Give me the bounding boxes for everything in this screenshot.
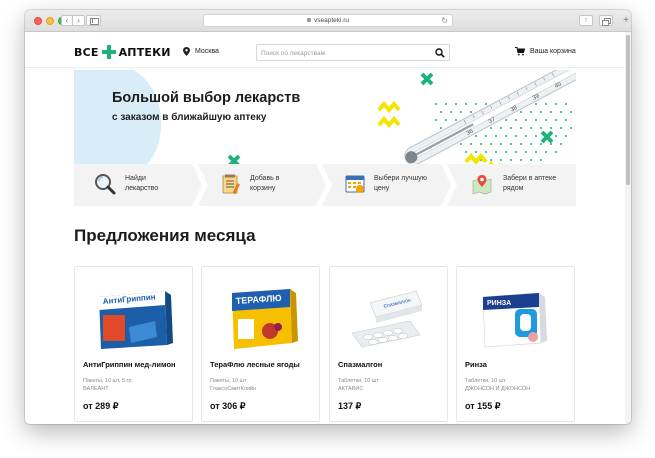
how-it-works-steps: Найди лекарство Добавь в корзину Выбери … [74, 164, 576, 206]
product-image: Спазмалгон [351, 290, 423, 348]
step-line: рядом [503, 185, 524, 192]
map-pin-icon [472, 175, 492, 195]
close-window-button[interactable] [34, 17, 42, 25]
list-icon [222, 174, 240, 195]
step-pickup: Забери в аптеке рядом [447, 164, 576, 206]
city-name: Москва [195, 48, 219, 55]
magnifier-icon [95, 174, 116, 195]
product-price: от 155 ₽ [465, 401, 501, 411]
step-label: Забери в аптеке рядом [503, 174, 556, 194]
lock-icon [306, 18, 311, 23]
step-label: Найди лекарство [125, 174, 158, 194]
search-box [256, 44, 450, 61]
address-text: vseapteki.ru [313, 17, 350, 24]
step-choose-price: Выбери лучшую цену [322, 164, 451, 206]
green-cross-icon [101, 45, 116, 59]
location-pin-icon [183, 47, 190, 56]
product-name[interactable]: АнтиГриппин мед-лимон [83, 360, 176, 369]
product-maker: ДЖОНСОН И ДЖОНСОН [465, 386, 531, 392]
step-line: лекарство [125, 185, 159, 192]
product-card[interactable]: ТЕРАФЛЮ ТераФлю лесные ягоды Пакеты, 10 … [201, 266, 320, 422]
show-tabs-button[interactable] [599, 15, 613, 26]
logo-text-left: ВСЕ [74, 45, 99, 59]
product-pack: Таблетки, 10 шт [465, 378, 506, 384]
search-icon[interactable] [435, 48, 445, 58]
banner-title: Большой выбор лекарств [112, 90, 301, 106]
product-card[interactable]: РИНЗА Ринза Таблетки, 10 шт ДЖОНСОН И ДЖ… [456, 266, 575, 422]
product-pack: Пакеты, 10 шт, 5 гр. [83, 378, 134, 384]
product-name[interactable]: Ринза [465, 360, 487, 369]
search-input[interactable] [261, 48, 431, 58]
back-arrow-icon: ‹ [65, 16, 69, 25]
share-button[interactable]: ↑ [579, 15, 593, 26]
calendar-icon [345, 175, 365, 193]
product-image: АнтиГриппин [99, 291, 173, 349]
yellow-zigzag [464, 152, 488, 166]
product-name[interactable]: ТераФлю лесные ягоды [210, 360, 300, 369]
sidebar-toggle-button[interactable] [86, 15, 101, 26]
share-icon: ↑ [584, 17, 588, 24]
step-label: Добавь в корзину [250, 174, 279, 194]
browser-toolbar: ‹ › vseapteki.ru ↻ ↑ + [25, 10, 631, 32]
cart-label: Ваша корзина [530, 48, 576, 55]
product-maker: АКТАВИС [338, 386, 364, 392]
step-line: Найди [125, 175, 146, 182]
product-price: от 289 ₽ [83, 401, 119, 411]
product-name[interactable]: Спазмалгон [338, 360, 382, 369]
forward-button[interactable]: › [73, 15, 85, 26]
product-card[interactable]: АнтиГриппин АнтиГриппин мед-лимон Пакеты… [74, 266, 193, 422]
product-card[interactable]: Спазмалгон Спазмалгон Таблетки, 10 шт АК… [329, 266, 448, 422]
city-selector[interactable]: Москва [183, 47, 219, 56]
step-line: Забери в аптеке [503, 175, 557, 182]
step-line: цену [374, 185, 390, 192]
page-content: ВСЕ АПТЕКИ Москва Поиск по лекарствам Ва… [25, 32, 625, 424]
step-line: корзину [250, 185, 276, 192]
new-tab-button[interactable]: + [621, 15, 631, 26]
green-x-icon [540, 130, 554, 144]
yellow-zigzag [377, 100, 401, 114]
product-image: ТЕРАФЛЮ [232, 289, 298, 349]
green-x-icon [420, 72, 434, 86]
back-button[interactable]: ‹ [61, 15, 73, 26]
scrollbar-thumb[interactable] [626, 35, 630, 185]
step-label: Выбери лучшую цену [374, 174, 427, 194]
box-label: РИНЗА [487, 300, 511, 307]
minimize-window-button[interactable] [46, 17, 54, 25]
product-pack: Таблетки, 10 шт [338, 378, 379, 384]
cart-icon [515, 47, 525, 56]
site-header: ВСЕ АПТЕКИ Москва Поиск по лекарствам Ва… [25, 32, 625, 68]
yellow-zigzag [377, 115, 401, 129]
browser-window: ‹ › vseapteki.ru ↻ ↑ + ВСЕ АПТЕКИ Москва [25, 10, 631, 424]
step-line: Выбери лучшую [374, 175, 427, 182]
product-price: 137 ₽ [338, 401, 362, 411]
forward-arrow-icon: › [77, 16, 80, 25]
product-price: от 306 ₽ [210, 401, 246, 411]
banner-subtitle: с заказом в ближайшую аптеку [112, 112, 267, 123]
promo-banner[interactable]: 36 37 38 39 40 Большой выбор лекарств с … [74, 70, 576, 168]
step-line: Добавь в [250, 175, 280, 182]
product-maker: ГлаксоСмитКляйн [210, 386, 257, 392]
thermometer-illustration: 36 37 38 39 40 [404, 70, 576, 166]
logo-text-right: АПТЕКИ [118, 45, 171, 59]
product-maker: ВАЛЕАНТ [83, 386, 109, 392]
product-pack: Пакеты, 10 шт [210, 378, 247, 384]
product-image: РИНЗА [482, 292, 547, 348]
step-find: Найди лекарство [74, 164, 202, 206]
cart-link[interactable]: Ваша корзина [515, 47, 576, 56]
offers-title: Предложения месяца [74, 226, 256, 245]
address-bar[interactable]: vseapteki.ru ↻ [203, 14, 453, 27]
step-add: Добавь в корзину [198, 164, 326, 206]
reload-icon[interactable]: ↻ [441, 15, 448, 26]
site-logo[interactable]: ВСЕ АПТЕКИ [74, 45, 171, 59]
